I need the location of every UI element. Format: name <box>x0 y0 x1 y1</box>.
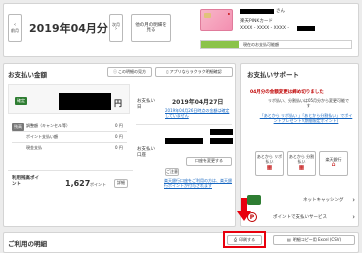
account-bank-redacted <box>210 129 233 135</box>
support-alert: 04月分の金額変更は締め切りました <box>250 90 324 95</box>
info-icon: ⓘ <box>113 68 117 74</box>
due-date-value: 2019年04月27日 <box>172 99 224 106</box>
adjustment-label: 調整額（キャンセル等） <box>26 123 70 128</box>
document-icon: ▤ <box>286 236 291 242</box>
current-month-title: 2019年04月分 <box>29 22 108 35</box>
points-title: 利用残高ポイント <box>12 176 39 187</box>
card-name: 楽天PINKカード <box>240 19 273 24</box>
adjustment-badge: 残高 <box>12 123 24 131</box>
calendar-icon: ▦ <box>266 163 273 171</box>
amount-yen-unit: 円 <box>114 99 122 108</box>
support-info: リボ払い、分割払いは05月分から変更可能です <box>267 98 350 109</box>
highlight-arrow-icon <box>237 198 251 222</box>
chevron-right-icon: › <box>352 213 355 221</box>
adjustment-value: 0 円 <box>115 123 123 128</box>
cash-label: 現金支払 <box>26 145 42 150</box>
divider <box>136 124 232 125</box>
card-image: R <box>200 9 233 31</box>
payment-title: お支払い金額 <box>8 71 47 79</box>
excel-csv-button[interactable]: ▤ 明細コピー用 Excel (CSV) <box>273 235 355 245</box>
divider <box>12 131 127 132</box>
card-number: XXXX - XXXX - XXXX - <box>240 26 290 31</box>
bank-note-link[interactable]: 楽天銀行口座をご利用の方は、楽天銀行ポイントが付与されます <box>164 178 234 188</box>
cashing-icon <box>247 195 261 205</box>
app-link-button[interactable]: ▯ アプリならラクラク明細確認 <box>155 67 233 77</box>
net-cashing-row[interactable]: ネットキャッシング › <box>247 193 355 207</box>
after-revolving-tile[interactable]: あとから リボ払い ▦ <box>255 151 284 176</box>
details-title: ご利用の明細 <box>8 240 47 248</box>
printer-icon: ⎙ <box>233 236 238 242</box>
points-unit: ポイント <box>90 182 106 187</box>
account-number-redacted <box>165 138 203 144</box>
points-paid-value: 0 円 <box>115 134 123 139</box>
divider <box>12 142 127 143</box>
account-label: お支払い口座 <box>137 147 155 158</box>
chevron-right-icon: › <box>352 196 355 204</box>
due-note-link[interactable]: 2019年04月26日時点の金額は確定していません <box>165 108 233 118</box>
next-month-button[interactable]: 次月 › <box>109 14 123 42</box>
smartphone-icon: ▯ <box>166 68 169 74</box>
chevron-right-icon: › <box>115 26 117 33</box>
account-notice-button[interactable]: ご注意 <box>165 168 179 176</box>
card-chip-icon <box>204 13 211 18</box>
account-branch-redacted <box>210 138 233 144</box>
card-brand-logo: R <box>227 12 230 16</box>
print-button[interactable]: ⎙ 印刷する <box>227 235 262 245</box>
bank-icon: ⌂ <box>331 161 336 169</box>
confirmed-badge: 確定 <box>15 97 27 105</box>
card-holder-suffix: さん <box>276 9 285 14</box>
after-installment-tile[interactable]: あとから 分割払い ▦ <box>287 151 316 176</box>
support-title: お支払いサポート <box>247 71 299 79</box>
prev-month-button[interactable]: ‹ 前月 <box>8 14 22 42</box>
card-number-redacted <box>297 26 315 31</box>
points-detail-button[interactable]: 詳細 <box>114 179 128 188</box>
amount-redacted <box>59 93 111 110</box>
rakuten-bank-tile[interactable]: 楽天銀行 ⌂ <box>319 151 348 176</box>
account-change-button[interactable]: 口座を変更する <box>186 157 232 166</box>
points-paid-label: ポイント支払い額 <box>26 134 58 139</box>
cash-value: 0 円 <box>115 145 123 150</box>
other-month-button[interactable]: 他の月の明細を見る <box>131 14 171 42</box>
calendar-icon: ▦ <box>298 163 305 171</box>
campaign-link[interactable]: 「あとから リボ払い 」「あとから分割払い」でポイントプレゼント!(期間限定ポイ… <box>258 113 354 123</box>
card-status-bar: 現在のお支払可能額 <box>200 40 352 49</box>
how-to-view-button[interactable]: ⓘ この明細の見方 <box>107 67 152 77</box>
card-holder-name-redacted <box>240 9 274 14</box>
card-status-fill <box>201 41 239 48</box>
points-value: 1,627 <box>65 179 91 188</box>
point-payment-row[interactable]: P ポイントで支払いサービス › <box>247 210 355 224</box>
due-date-label: お支払い日 <box>137 99 155 110</box>
